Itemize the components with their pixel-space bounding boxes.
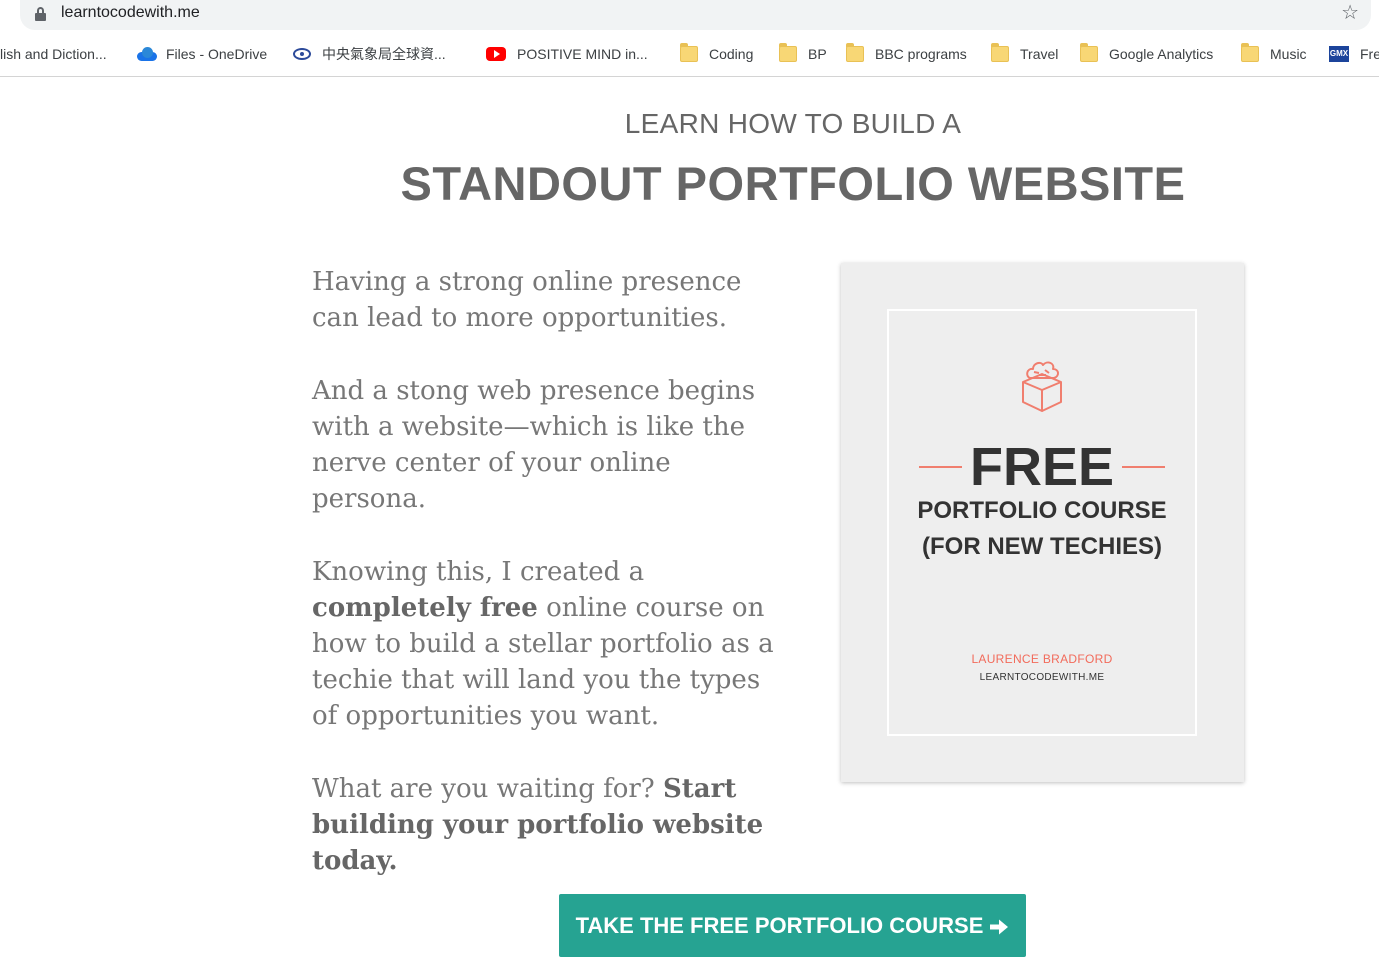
lock-icon[interactable] (35, 7, 46, 21)
text-span: Knowing this, I created a (312, 557, 645, 587)
bookmark-item[interactable]: lish and Diction... (0, 41, 107, 67)
folder-icon (991, 43, 1009, 62)
address-bar[interactable]: learntocodewith.me ☆ (20, 0, 1371, 30)
cover-subtitle: (FOR NEW TECHIES) (922, 533, 1162, 560)
youtube-icon (486, 47, 506, 61)
bookmark-folder[interactable]: Travel (991, 41, 1058, 67)
bookmark-item[interactable]: 中央氣象局全球資... (293, 41, 446, 67)
divider (1122, 466, 1165, 468)
paragraph: What are you waiting for? Start building… (312, 771, 782, 879)
bookmark-label: Google Analytics (1109, 46, 1214, 62)
hero-headline: STANDOUT PORTFOLIO WEBSITE (400, 157, 1186, 210)
folder-icon (680, 43, 698, 62)
bookmark-item[interactable]: POSITIVE MIND in... (486, 41, 648, 67)
bookmark-label: BP (808, 46, 827, 62)
bookmark-folder[interactable]: BBC programs (846, 41, 967, 67)
bookmarks-bar: lish and Diction... Files - OneDrive 中央氣… (0, 41, 1379, 67)
cover-site: LEARNTOCODEWITH.ME (979, 672, 1105, 683)
bookmark-label: Files - OneDrive (166, 46, 268, 62)
folder-icon (1241, 43, 1259, 62)
bookmark-item[interactable]: GMX Fre (1329, 41, 1379, 67)
bookmark-item[interactable]: Files - OneDrive (137, 41, 267, 67)
bookmark-label: lish and Diction... (0, 46, 107, 62)
cta-label: TAKE THE FREE PORTFOLIO COURSE (575, 912, 984, 938)
bookmark-label: Travel (1020, 46, 1059, 62)
text-span: What are you waiting for? (312, 774, 664, 804)
free-banner: FREE (919, 439, 1165, 495)
cwb-icon (293, 48, 311, 60)
bookmark-label: BBC programs (875, 46, 967, 62)
url-text[interactable]: learntocodewith.me (61, 4, 200, 22)
paragraph: And a stong web presence begins with a w… (312, 376, 756, 514)
bookmark-label: Coding (709, 46, 754, 62)
intro-copy: Having a strong online presence can lead… (312, 264, 782, 916)
cover-frame: FREE PORTFOLIO COURSE (FOR NEW TECHIES) … (887, 309, 1197, 736)
folder-icon (779, 43, 797, 62)
bookmark-folder[interactable]: Coding (680, 41, 753, 67)
paragraph: Knowing this, I created a completely fre… (312, 554, 782, 734)
divider (919, 466, 962, 468)
bookmark-folder[interactable]: Google Analytics (1080, 41, 1213, 67)
onedrive-icon (137, 46, 157, 62)
browser-chrome: learntocodewith.me ☆ lish and Diction...… (0, 0, 1379, 77)
arrow-right-icon (990, 919, 1009, 934)
take-course-button[interactable]: TAKE THE FREE PORTFOLIO COURSE (559, 894, 1026, 957)
bookmark-folder[interactable]: BP (779, 41, 827, 67)
folder-icon (1080, 43, 1098, 62)
bookmark-folder[interactable]: Music (1241, 41, 1307, 67)
hero-kicker: LEARN HOW TO BUILD A (624, 108, 962, 139)
bookmark-label: Fre (1360, 46, 1379, 62)
bookmark-label: Music (1270, 46, 1307, 62)
emphasis: completely free (312, 593, 538, 623)
free-label: FREE (969, 437, 1115, 497)
paragraph: Having a strong online presence can lead… (312, 267, 742, 333)
brain-box-icon (1022, 361, 1062, 412)
course-cover: FREE PORTFOLIO COURSE (FOR NEW TECHIES) … (841, 263, 1244, 782)
gmx-icon: GMX (1329, 46, 1349, 62)
bookmark-star-icon[interactable]: ☆ (1341, 2, 1359, 24)
folder-icon (846, 43, 864, 62)
bookmark-label: 中央氣象局全球資... (322, 46, 446, 62)
cover-title: PORTFOLIO COURSE (917, 497, 1167, 524)
cover-author: LAURENCE BRADFORD (971, 652, 1113, 666)
bookmark-label: POSITIVE MIND in... (517, 46, 648, 62)
